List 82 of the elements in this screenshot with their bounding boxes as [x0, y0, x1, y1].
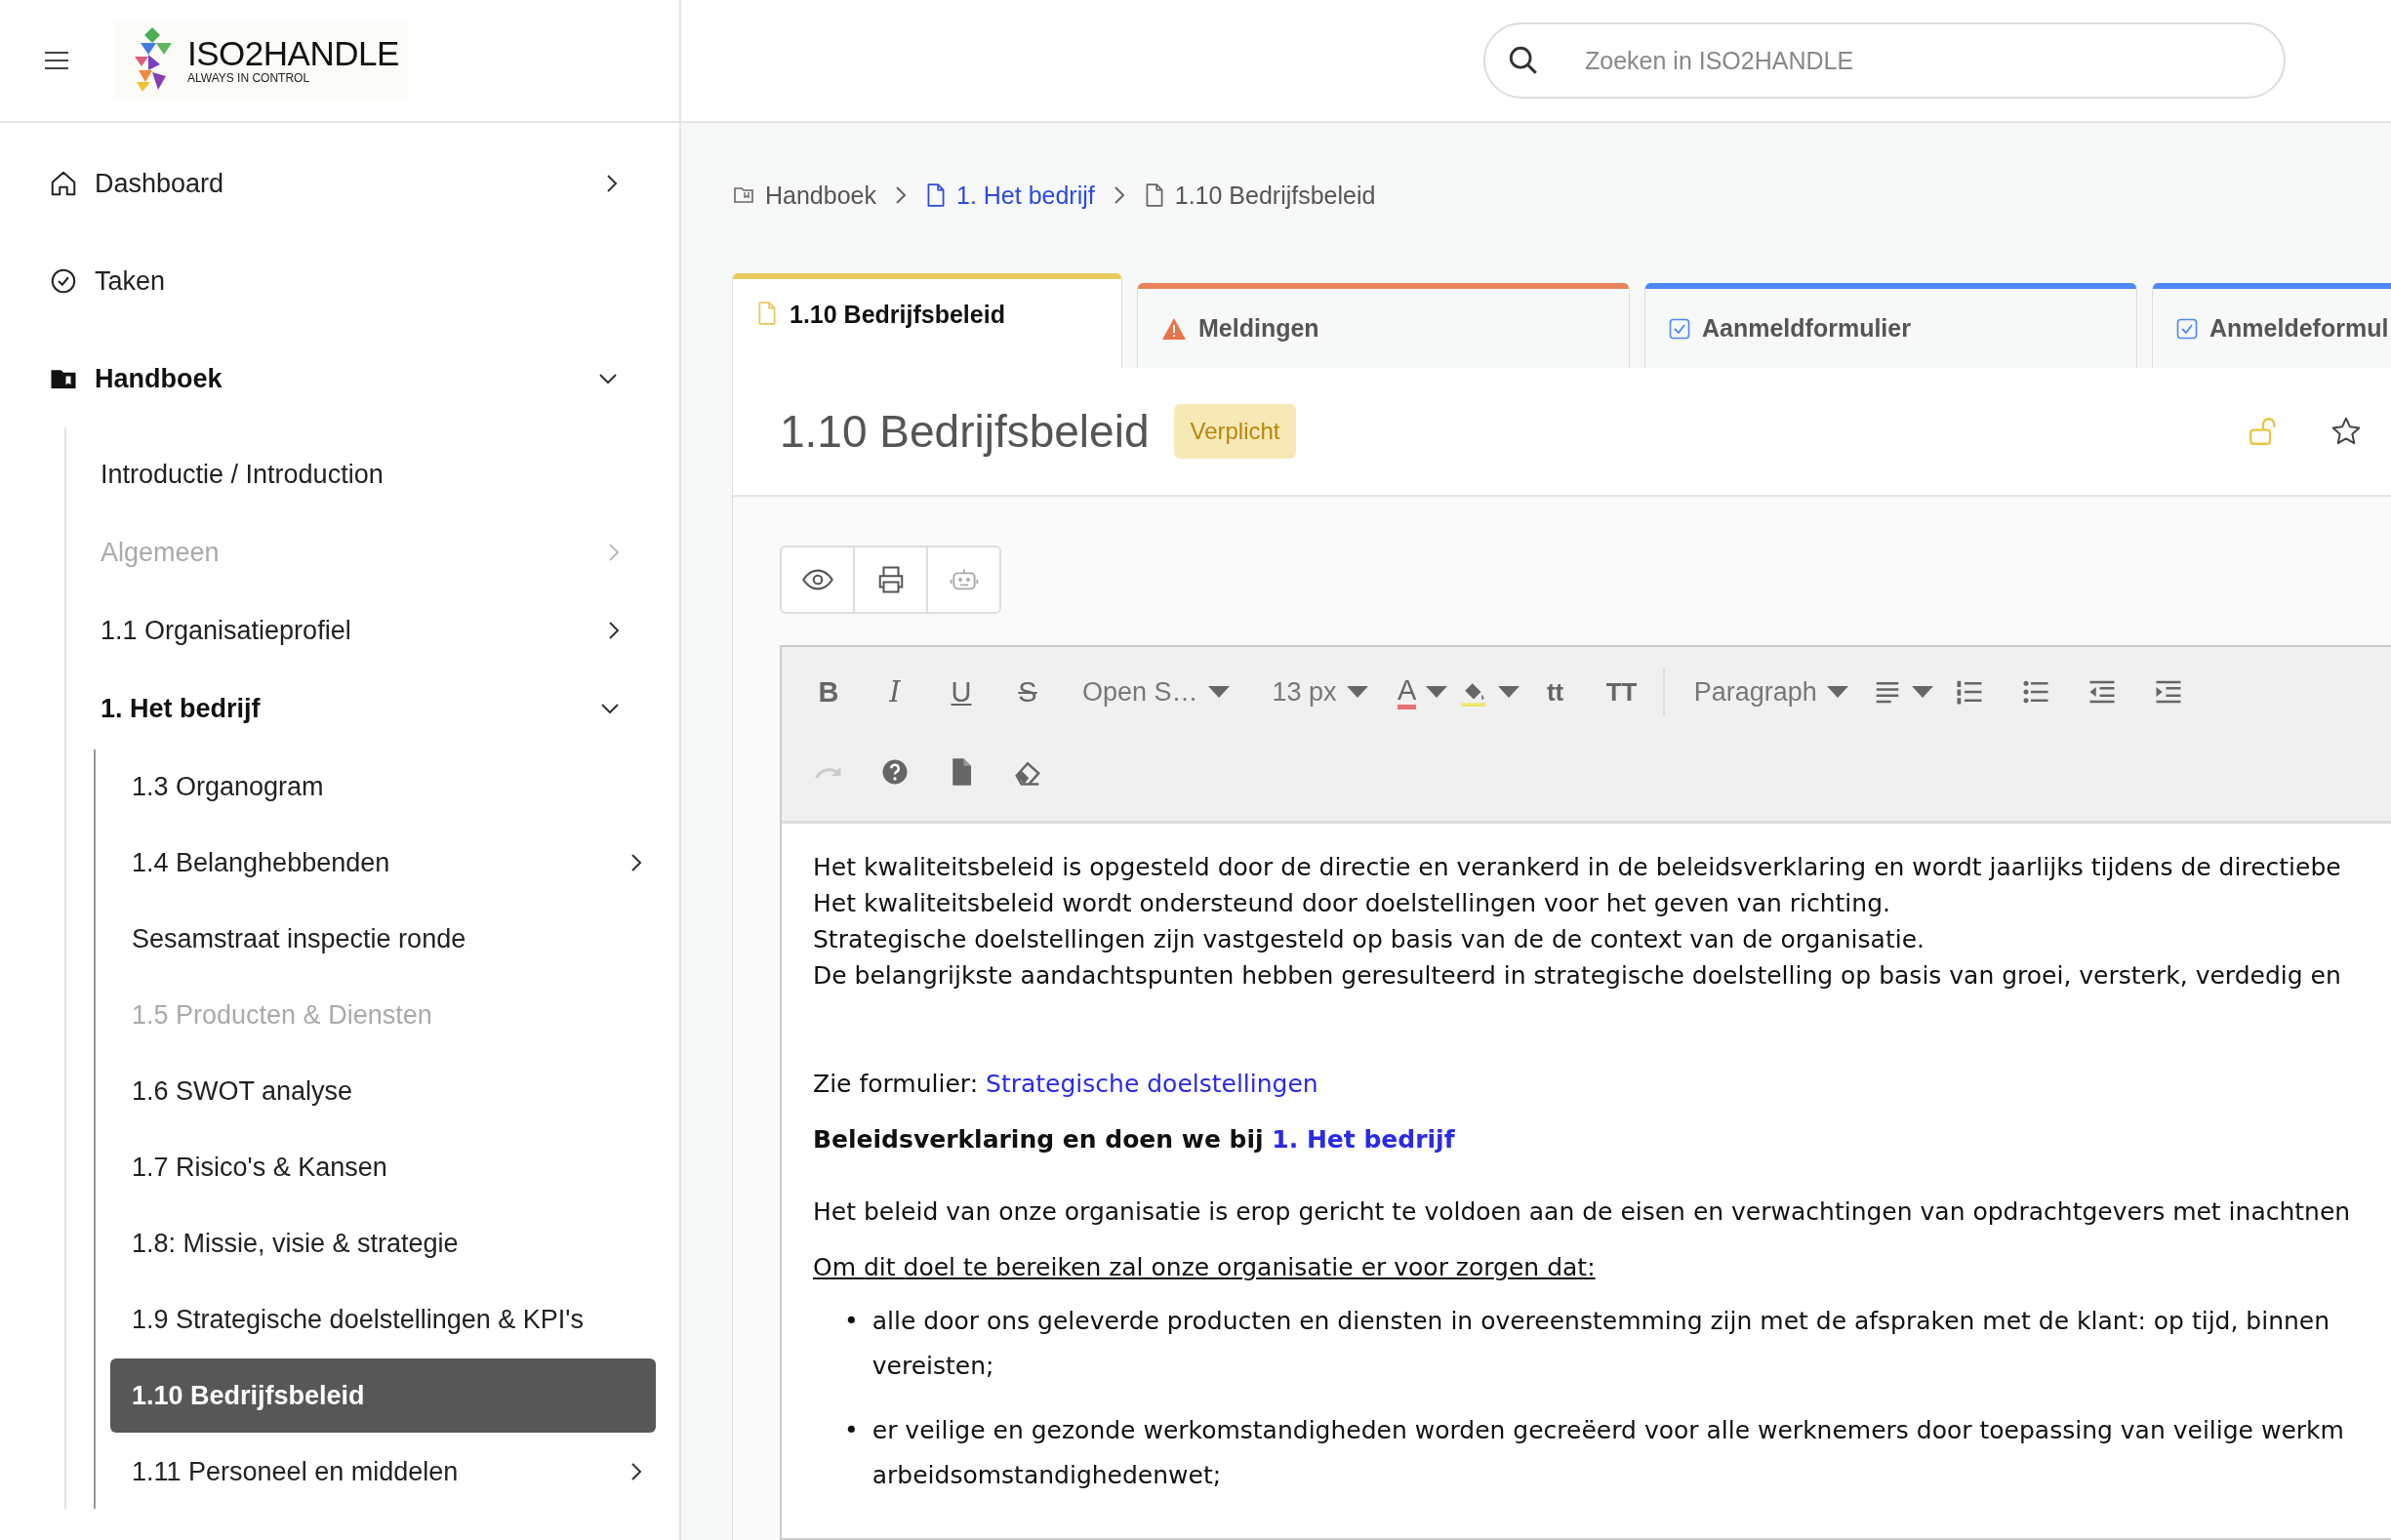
nav-item[interactable]: 1.9 Strategische doelstellingen & KPI's	[110, 1282, 656, 1357]
chevron-down-icon	[599, 702, 621, 715]
editor-body[interactable]	[782, 824, 2391, 1538]
bullet-marker: •	[844, 1415, 859, 1446]
star-icon[interactable]	[2330, 416, 2362, 447]
bold-button[interactable]: B	[795, 663, 862, 721]
tab[interactable]: 1.10 Bedrijfsbeleid	[732, 273, 1122, 368]
warning-icon	[1161, 316, 1187, 341]
nav-item[interactable]: 1.4 Belanghebbenden	[110, 826, 656, 900]
redo-icon	[814, 765, 843, 779]
caret-icon	[1207, 686, 1230, 698]
logo-tagline: ALWAYS IN CONTROL	[187, 71, 311, 85]
chevron-right-icon	[607, 542, 621, 563]
help-icon	[880, 757, 910, 787]
nav-item[interactable]: 1.3 Organogram	[110, 750, 656, 824]
text-line: Strategische doelstellingen zijn vastgesteld op basis van de de context van de organisatie.	[813, 924, 1925, 955]
italic-button[interactable]: I	[862, 663, 928, 721]
nav-item[interactable]: 1.8: Missie, visie & strategie	[110, 1206, 656, 1280]
tab[interactable]: Aanmeldformulier	[1644, 283, 2137, 368]
chevron-right-icon	[629, 852, 643, 873]
underline-button[interactable]: U	[928, 663, 994, 721]
text-line: Het kwaliteitsbeleid wordt ondersteund door doelstellingen voor het geven van richting.	[813, 888, 1891, 919]
text-color-button[interactable]: A	[1389, 663, 1456, 721]
chevron-right-icon	[629, 1461, 643, 1482]
list-item-line: alle door ons geleverde producten en diensten in overeenstemming zijn met de afspraken met de klant: op tijd, binnen	[871, 1306, 2330, 1337]
caret-icon	[1911, 686, 1933, 698]
nav-item[interactable]: Sesamstraat inspectie ronde	[110, 902, 656, 976]
menu-icon[interactable]	[45, 52, 68, 69]
chevron-down-icon	[597, 372, 619, 385]
caret-icon	[1426, 686, 1448, 698]
nav-item[interactable]: Handboek	[0, 330, 679, 427]
nav-item[interactable]: 1.1 Organisatieprofiel	[66, 591, 679, 669]
nav-item[interactable]: 1.6 SWOT analyse	[110, 1054, 656, 1128]
caret-icon	[1497, 686, 1520, 698]
breadcrumb-item[interactable]: 1.10 Bedrijfsbeleid	[1143, 181, 1376, 210]
strikethrough-button[interactable]: S	[994, 663, 1061, 721]
nav-item[interactable]: Taken	[0, 232, 679, 330]
tab[interactable]: Anmeldeformul	[2152, 283, 2391, 368]
breadcrumb-link[interactable]: 1. Het bedrijf	[925, 181, 1095, 210]
dropdown[interactable]: Open S…	[1061, 663, 1251, 721]
text-size-button[interactable]: TT	[1588, 663, 1655, 721]
nav-item[interactable]: Introductie / Introduction	[66, 435, 679, 513]
document-icon	[756, 301, 778, 326]
list-item-line: vereisten;	[871, 1351, 995, 1382]
text-line: Het kwaliteitsbeleid is opgesteld door de directie en verankerd in de beleidsverklaring en wordt jaarlijks tijdens de directiebe	[813, 852, 2342, 883]
text-line: Zie formulier: Strategische doelstellingen	[813, 1069, 1319, 1100]
nav-item[interactable]: 1. Het bedrijf	[66, 669, 679, 748]
caret-icon	[1826, 686, 1848, 698]
text-line: De belangrijkste aandachtspunten hebben geresulteerd in strategische doelstelling op basis van groei, versterk, verdedig en	[813, 960, 2342, 992]
search-icon	[1507, 44, 1540, 77]
home-icon	[49, 169, 78, 198]
text-size-button[interactable]: tt	[1521, 663, 1589, 721]
breadcrumb-item[interactable]: Handboek	[732, 181, 876, 210]
chevron-right-icon	[607, 620, 621, 641]
dropdown[interactable]: 13 px	[1250, 663, 1390, 721]
chevron-right-icon	[894, 184, 908, 206]
paragraph: Het beleid van onze organisatie is erop gericht te voldoen aan de eisen en verwachtingen van opdrachtgevers met inachtnen	[813, 1196, 2352, 1228]
checkbox-icon	[1669, 317, 1690, 340]
nav-item[interactable]: 1.10 Bedrijfsbeleid	[110, 1358, 656, 1433]
chevron-right-icon	[605, 173, 619, 194]
document-title: 1.10 Bedrijfsbeleid	[780, 405, 1150, 458]
bullet-marker: •	[844, 1306, 859, 1337]
nav-item[interactable]: 1.7 Risico's & Kansen	[110, 1130, 656, 1204]
document-icon	[925, 182, 947, 208]
tab[interactable]: Meldingen	[1137, 283, 1630, 368]
caret-icon	[1346, 686, 1368, 698]
dropdown[interactable]: Paragraph	[1672, 663, 1870, 721]
nav-item[interactable]: 1.11 Personeel en middelen	[110, 1435, 656, 1509]
search-field[interactable]: Zoeken in ISO2HANDLE	[1483, 22, 2286, 99]
intro-line: Om dit doel te bereiken zal onze organisatie er voor zorgen dat:	[813, 1252, 1597, 1283]
status-badge: Verplicht	[1174, 404, 1296, 459]
logo[interactable]: ISO2HANDLE ALWAYS IN CONTROL	[113, 20, 408, 101]
form-link[interactable]: Strategische doelstellingen	[986, 1070, 1318, 1098]
list-item-line: er veilige en gezonde werkomstandigheden worden gecreëerd voor alle werknemers door toepassing van veilige werkm	[871, 1415, 2344, 1446]
logo-name: ISO2HANDLE	[187, 36, 399, 71]
check-circle-icon	[49, 266, 78, 296]
chevron-right-icon	[1112, 184, 1126, 206]
chapter-link[interactable]: 1. Het bedrijf	[1272, 1125, 1455, 1154]
nav-item[interactable]: Dashboard	[0, 135, 679, 232]
list-item-line: arbeidsomstandighedenwet;	[871, 1460, 1223, 1491]
section-heading: Beleidsverklaring en doen we bij 1. Het bedrijf	[813, 1124, 1456, 1155]
checkbox-icon	[2176, 317, 2198, 340]
